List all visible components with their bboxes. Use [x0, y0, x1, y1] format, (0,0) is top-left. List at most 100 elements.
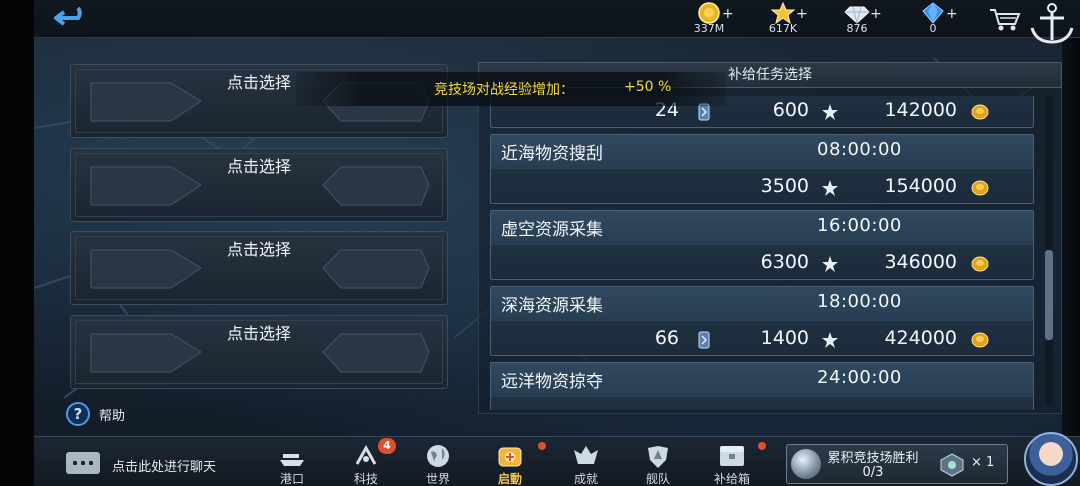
gold-reward: 142000 — [884, 99, 957, 121]
arena-progress: 0/3 — [862, 465, 884, 480]
gold-coin-icon — [971, 104, 989, 120]
mission-name: 虚空资源采集 — [501, 220, 603, 240]
mission-list[interactable]: 24 600 142000 近海物资搜刮 08:00:00 3500 15400… — [490, 96, 1036, 410]
star-reward: 6300 — [760, 251, 809, 273]
toast-value: +50 % — [624, 79, 672, 95]
gold-reward: 154000 — [884, 175, 957, 197]
arena-multiplier: × 1 — [971, 455, 995, 470]
help-label: 帮助 — [99, 409, 126, 424]
top-bar: + 337M + 617K + 876 + 0 — [34, 0, 1080, 44]
nav-harbor[interactable]: 港口 — [262, 440, 322, 486]
mission-duration: 08:00:00 — [817, 139, 902, 160]
nav-label: 补给箱 — [713, 472, 750, 486]
shopping-cart-icon[interactable] — [988, 6, 1022, 32]
mission-name: 近海物资搜刮 — [501, 144, 603, 164]
diamond-resource[interactable]: + 876 — [822, 0, 892, 38]
star-reward: 600 — [772, 99, 809, 121]
select-slot[interactable]: 点击选择 — [70, 231, 448, 305]
mission-rewards: 3500 154000 — [491, 175, 1033, 201]
gold-reward: 346000 — [884, 251, 957, 273]
mission-rewards: 66 1400 424000 — [491, 327, 1033, 353]
mission-rewards: 6300 346000 — [491, 251, 1033, 277]
crystal-value: 0 — [929, 22, 937, 35]
select-slot[interactable]: 点击选择 — [70, 148, 448, 222]
chat-button[interactable]: 点击此处进行聊天 — [66, 450, 246, 478]
select-slot[interactable]: 点击选择 — [70, 315, 448, 389]
diamond-plus: + — [870, 6, 882, 22]
slot-label: 点击选择 — [226, 157, 291, 176]
question-icon: ? — [66, 402, 90, 426]
nav-label: 启動 — [497, 472, 522, 486]
star-icon — [770, 2, 796, 24]
back-arrow-icon — [54, 6, 82, 26]
mission-duration: 24:00:00 — [817, 367, 902, 388]
nav-label: 舰队 — [645, 472, 670, 486]
gold-coin-icon — [971, 256, 989, 272]
crystal-icon — [922, 2, 944, 24]
mission-duration: 16:00:00 — [817, 215, 902, 236]
anchor-icon[interactable] — [1024, 0, 1080, 46]
mission-name: 深海资源采集 — [501, 296, 603, 316]
back-button[interactable] — [50, 2, 100, 34]
mission-header: 远洋物资掠夺 24:00:00 — [491, 363, 1033, 397]
supply-notification-dot — [758, 442, 766, 450]
toast-text: 竞技场对战经验增加： — [434, 82, 574, 98]
mission-header: 近海物资搜刮 08:00:00 — [491, 135, 1033, 169]
mission-row[interactable]: 远洋物资掠夺 24:00:00 — [490, 362, 1034, 410]
mission-header: 虚空资源采集 16:00:00 — [491, 211, 1033, 245]
mission-scroll-thumb[interactable] — [1045, 250, 1053, 340]
crystal-resource[interactable]: + 0 — [898, 0, 968, 38]
star-icon — [822, 256, 838, 272]
arena-win-tracker[interactable]: 累积竞技场胜利 0/3 × 1 — [786, 444, 1008, 484]
star-icon — [822, 180, 838, 196]
fleet-icon — [648, 446, 668, 468]
hexagon-crystal-icon — [940, 453, 964, 477]
mission-row[interactable]: 近海物资搜刮 08:00:00 3500 154000 — [490, 134, 1034, 204]
game-screen: + 337M + 617K + 876 + 0 点击选择 点击选择 点击选择 点… — [0, 0, 1080, 486]
mission-row[interactable]: 虚空资源采集 16:00:00 6300 346000 — [490, 210, 1034, 280]
star-reward: 3500 — [760, 175, 809, 197]
supply-box-icon — [720, 446, 744, 466]
nav-label: 世界 — [425, 472, 450, 486]
nav-label: 港口 — [279, 472, 304, 486]
nav-world[interactable]: 世界 — [408, 440, 468, 486]
mission-name: 远洋物资掠夺 — [501, 372, 603, 392]
harbor-icon — [280, 454, 304, 466]
gold-plus: + — [722, 6, 734, 22]
chat-bubble-icon — [66, 452, 100, 474]
chat-label: 点击此处进行聊天 — [112, 460, 217, 475]
nav-fleet[interactable]: 舰队 — [628, 440, 688, 486]
gold-reward: 424000 — [884, 327, 957, 349]
diamond-icon — [844, 6, 870, 24]
slot-label: 点击选择 — [226, 240, 291, 259]
gold-coin-icon — [971, 332, 989, 348]
avatar[interactable] — [1024, 432, 1078, 486]
star-icon — [822, 332, 838, 348]
mission-duration: 18:00:00 — [817, 291, 902, 312]
star-plus: + — [796, 6, 808, 22]
gold-coin-icon — [698, 2, 720, 24]
star-value: 617K — [768, 22, 798, 35]
crystal-plus: + — [946, 6, 958, 22]
nav-label: 成就 — [573, 472, 598, 486]
ticket-reward: 66 — [654, 327, 679, 349]
gold-resource[interactable]: + 337M — [674, 0, 744, 38]
tech-notification-badge: 4 — [378, 438, 396, 454]
gold-coin-icon — [971, 180, 989, 196]
star-icon — [822, 104, 838, 120]
nav-supply-box[interactable]: 补给箱 — [702, 440, 762, 486]
slot-label: 点击选择 — [226, 324, 291, 343]
nav-label: 科技 — [353, 472, 378, 486]
mission-header: 深海资源采集 18:00:00 — [491, 287, 1033, 321]
star-resource[interactable]: + 617K — [748, 0, 818, 38]
ticket-icon — [698, 331, 710, 349]
help-button[interactable]: ? 帮助 — [66, 402, 156, 426]
launch-icon — [498, 447, 522, 467]
screen-edge-right — [1062, 0, 1080, 486]
nav-launch[interactable]: 启動 — [480, 440, 540, 486]
globe-icon — [427, 445, 449, 467]
mission-row[interactable]: 深海资源采集 18:00:00 66 1400 424000 — [490, 286, 1034, 356]
nav-achievement[interactable]: 成就 — [556, 440, 616, 486]
gold-value: 337M — [693, 22, 725, 35]
diamond-value: 876 — [846, 22, 868, 35]
